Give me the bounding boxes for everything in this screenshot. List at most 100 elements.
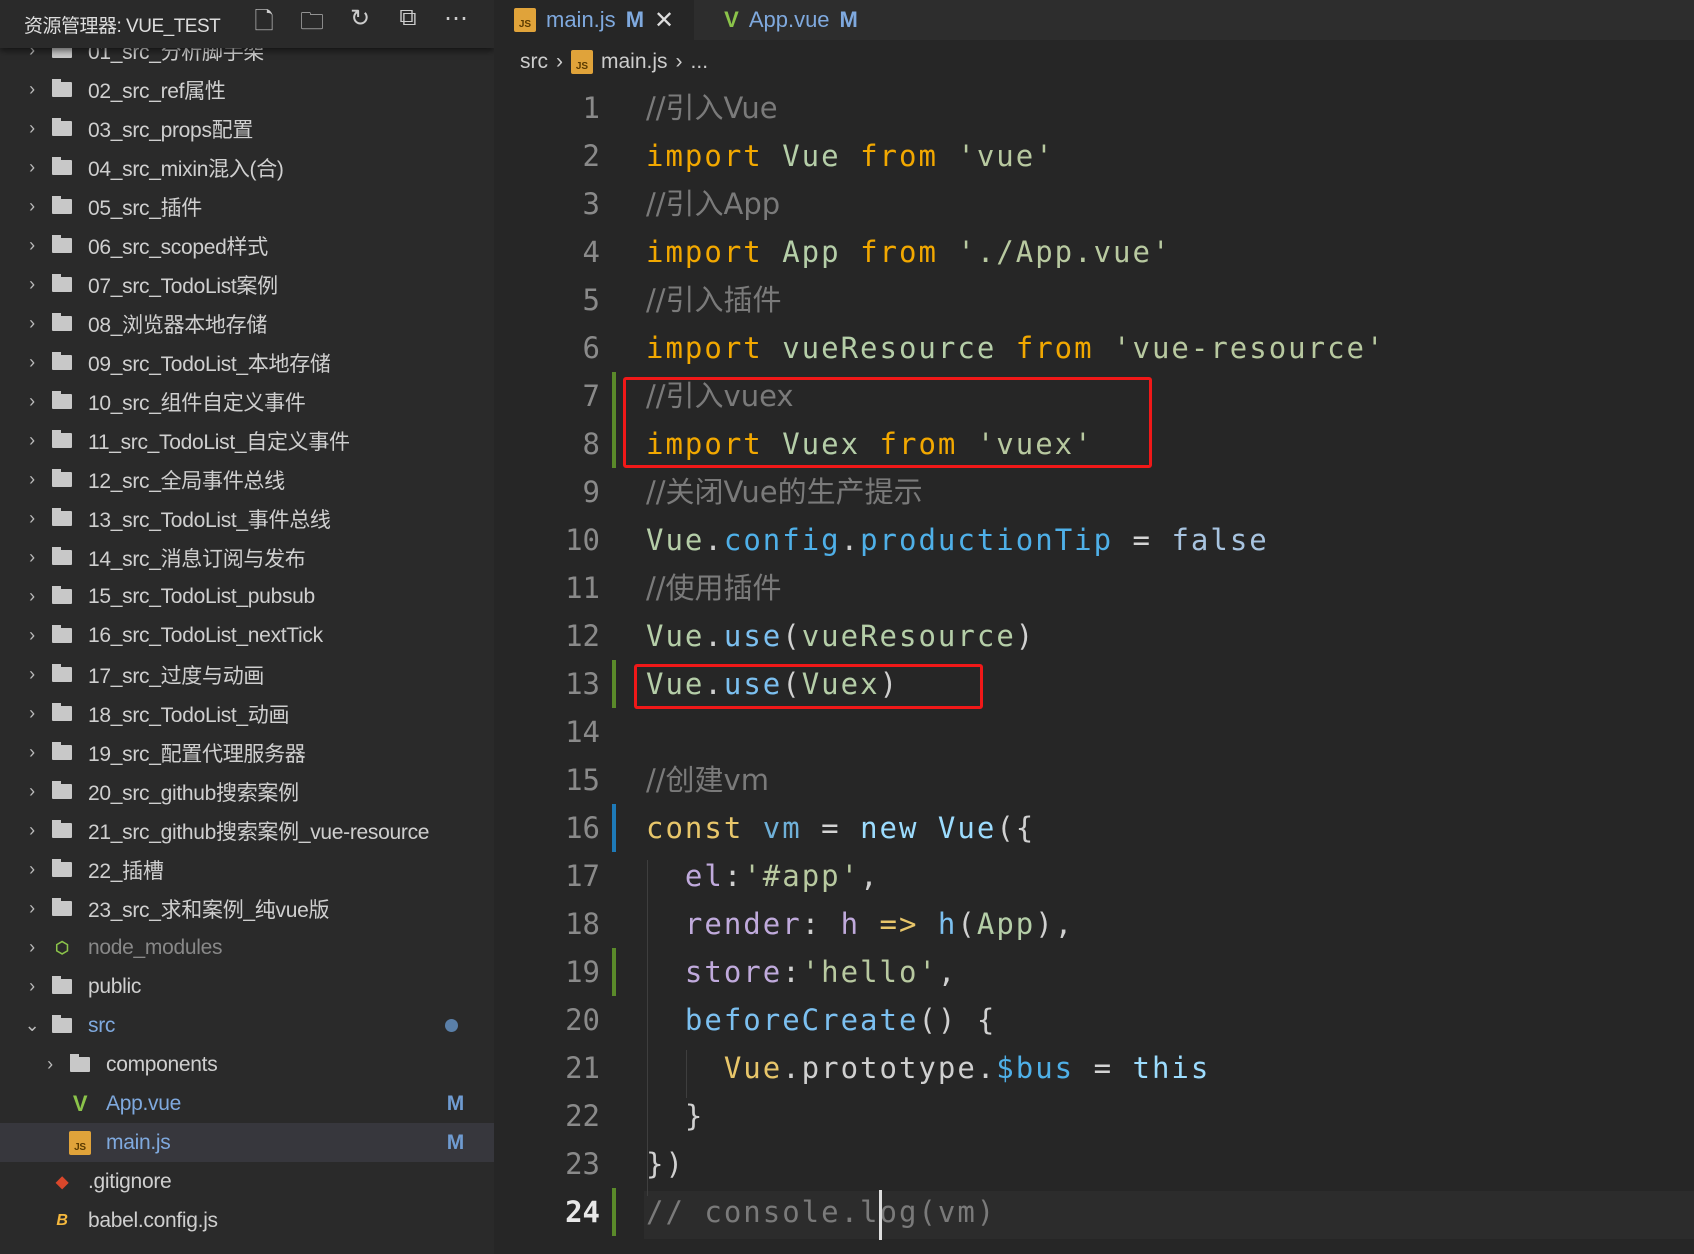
tab-main-js[interactable]: JS main.js M ✕ xyxy=(494,0,695,40)
chevron-down-icon[interactable]: ⌄ xyxy=(22,1015,42,1036)
code-line[interactable]: Vue.prototype.$bus = this xyxy=(646,1044,1210,1092)
code-line[interactable]: //引入App xyxy=(646,180,780,228)
tree-item[interactable]: › 07_src_TodoList案例 xyxy=(0,265,494,304)
chevron-right-icon[interactable]: › xyxy=(22,79,42,100)
chevron-right-icon[interactable]: › xyxy=(22,859,42,880)
gutter-change-marker[interactable] xyxy=(612,1188,616,1236)
code-line[interactable]: //创建vm xyxy=(646,756,769,804)
tree-item[interactable]: › 12_src_全局事件总线 xyxy=(0,460,494,499)
chevron-right-icon[interactable]: › xyxy=(22,118,42,139)
code-line[interactable]: render: h => h(App), xyxy=(646,900,1074,948)
chevron-right-icon[interactable]: › xyxy=(22,664,42,685)
tree-item[interactable]: › 06_src_scoped样式 xyxy=(0,226,494,265)
tree-item[interactable]: › 16_src_TodoList_nextTick xyxy=(0,616,494,655)
code-line[interactable]: el:'#app', xyxy=(646,852,880,900)
tree-item[interactable]: › 13_src_TodoList_事件总线 xyxy=(0,499,494,538)
tree-item[interactable]: › components xyxy=(0,1045,494,1084)
breadcrumb-item[interactable]: main.js xyxy=(601,50,668,74)
refresh-icon[interactable]: ↻ xyxy=(346,4,374,45)
chevron-right-icon[interactable]: › xyxy=(22,586,42,607)
more-icon[interactable]: ⋯ xyxy=(442,4,470,45)
tree-item[interactable]: › 20_src_github搜索案例 xyxy=(0,772,494,811)
new-folder-icon[interactable]: 🗀 xyxy=(298,4,326,45)
chevron-right-icon[interactable]: › xyxy=(22,469,42,490)
chevron-right-icon[interactable]: › xyxy=(22,274,42,295)
tree-item[interactable]: › public xyxy=(0,967,494,1006)
chevron-right-icon[interactable]: › xyxy=(22,547,42,568)
tree-item[interactable]: ⌄ src xyxy=(0,1006,494,1045)
code-token: false xyxy=(1171,523,1269,557)
gutter-change-marker[interactable] xyxy=(612,804,616,852)
chevron-right-icon[interactable]: › xyxy=(22,898,42,919)
chevron-right-icon[interactable]: › xyxy=(22,508,42,529)
tree-item[interactable]: › 22_插槽 xyxy=(0,850,494,889)
tree-item-label: 17_src_过度与动画 xyxy=(88,664,265,688)
breadcrumb-item[interactable]: ... xyxy=(691,50,709,74)
code-line[interactable]: //引入Vue xyxy=(646,84,778,132)
tree-item[interactable]: › 03_src_props配置 xyxy=(0,109,494,148)
tree-item[interactable]: ◆ .gitignore xyxy=(0,1162,494,1201)
tree-item[interactable]: › 10_src_组件自定义事件 xyxy=(0,382,494,421)
breadcrumb-item[interactable]: src xyxy=(520,50,548,74)
code-line[interactable]: import vueResource from 'vue-resource' xyxy=(646,324,1385,372)
chevron-right-icon[interactable]: › xyxy=(22,157,42,178)
code-line[interactable]: Vue.use(vueResource) xyxy=(646,612,1035,660)
tree-item[interactable]: Bbabel.config.js xyxy=(0,1201,494,1240)
tree-item[interactable]: › 19_src_配置代理服务器 xyxy=(0,733,494,772)
code-line[interactable]: beforeCreate() { xyxy=(646,996,996,1044)
chevron-right-icon[interactable]: › xyxy=(22,937,42,958)
tree-item[interactable]: › 08_浏览器本地存储 xyxy=(0,304,494,343)
chevron-right-icon[interactable]: › xyxy=(22,391,42,412)
chevron-right-icon[interactable]: › xyxy=(22,781,42,802)
collapse-icon[interactable]: ⧉ xyxy=(394,4,422,45)
tree-item[interactable]: › 18_src_TodoList_动画 xyxy=(0,694,494,733)
tree-item-label: 07_src_TodoList案例 xyxy=(88,274,278,298)
code-line[interactable]: //使用插件 xyxy=(646,564,782,612)
modified-badge: M xyxy=(446,1091,465,1115)
gutter-change-marker[interactable] xyxy=(612,948,616,996)
code-line[interactable]: // console.log(vm) xyxy=(646,1188,996,1236)
chevron-right-icon[interactable]: › xyxy=(22,313,42,334)
line-number: 1 xyxy=(582,91,600,125)
tree-item[interactable]: › 09_src_TodoList_本地存储 xyxy=(0,343,494,382)
chevron-right-icon[interactable]: › xyxy=(22,352,42,373)
vue-file-icon: V xyxy=(72,1090,88,1116)
chevron-right-icon[interactable]: › xyxy=(22,235,42,256)
tree-item[interactable]: › 17_src_过度与动画 xyxy=(0,655,494,694)
tree-item[interactable]: › 04_src_mixin混入(合) xyxy=(0,148,494,187)
code-line[interactable]: import App from './App.vue' xyxy=(646,228,1171,276)
tree-item[interactable]: › ⬡ node_modules xyxy=(0,928,494,967)
tree-item[interactable]: › 02_src_ref属性 xyxy=(0,70,494,109)
code-line[interactable]: store:'hello', xyxy=(646,948,957,996)
tree-item[interactable]: JS main.js M xyxy=(0,1123,494,1162)
tree-item[interactable]: › 21_src_github搜索案例_vue-resource xyxy=(0,811,494,850)
new-file-icon[interactable]: 🗋 xyxy=(250,4,278,45)
chevron-right-icon[interactable]: › xyxy=(22,976,42,997)
gutter-change-marker[interactable] xyxy=(612,372,616,420)
line-number: 7 xyxy=(582,379,600,413)
chevron-right-icon[interactable]: › xyxy=(22,625,42,646)
code-line[interactable]: }) xyxy=(646,1140,685,1188)
code-line[interactable]: Vue.config.productionTip = false xyxy=(646,516,1269,564)
code-line[interactable]: //关闭Vue的生产提示 xyxy=(646,468,923,516)
tree-item[interactable]: › 14_src_消息订阅与发布 xyxy=(0,538,494,577)
code-line[interactable]: const vm = new Vue({ xyxy=(646,804,1035,852)
tab-app-vue[interactable]: V App.vue M xyxy=(704,0,878,40)
chevron-right-icon[interactable]: › xyxy=(22,703,42,724)
chevron-right-icon[interactable]: › xyxy=(40,1054,60,1075)
tree-item[interactable]: › 05_src_插件 xyxy=(0,187,494,226)
chevron-right-icon[interactable]: › xyxy=(22,196,42,217)
tree-item[interactable]: › 15_src_TodoList_pubsub xyxy=(0,577,494,616)
close-icon[interactable]: ✕ xyxy=(654,6,674,35)
code-line[interactable]: //引入插件 xyxy=(646,276,782,324)
tree-item[interactable]: › 11_src_TodoList_自定义事件 xyxy=(0,421,494,460)
tree-item[interactable]: V App.vue M xyxy=(0,1084,494,1123)
gutter-change-marker[interactable] xyxy=(612,660,616,708)
code-line[interactable]: } xyxy=(646,1092,704,1140)
gutter-change-marker[interactable] xyxy=(612,420,616,468)
chevron-right-icon[interactable]: › xyxy=(22,742,42,763)
tree-item[interactable]: › 23_src_求和案例_纯vue版 xyxy=(0,889,494,928)
code-line[interactable]: import Vue from 'vue' xyxy=(646,132,1055,180)
chevron-right-icon[interactable]: › xyxy=(22,820,42,841)
chevron-right-icon[interactable]: › xyxy=(22,430,42,451)
